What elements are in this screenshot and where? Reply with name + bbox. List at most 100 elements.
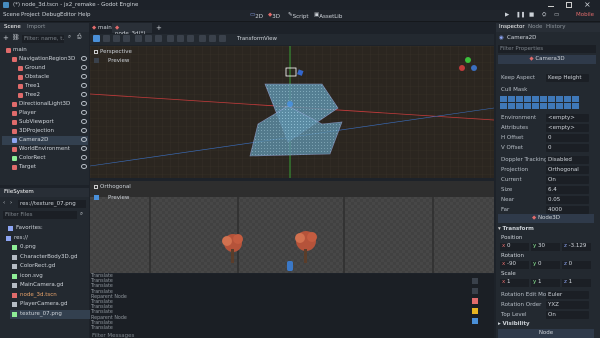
filesystem-item[interactable]: MainCamera.gd (10, 281, 90, 290)
scene-tree-item[interactable]: Tree1 (2, 82, 88, 91)
cull-mask-layer-cell[interactable] (500, 103, 507, 109)
inspector-node-name[interactable]: Camera2D (507, 35, 536, 41)
visibility-eye-icon[interactable] (81, 74, 87, 79)
filesystem-item[interactable]: CharacterBody3D.gd (10, 253, 90, 262)
filesystem-item[interactable]: icon.svg (10, 272, 90, 281)
search-icon[interactable]: ⌕ (80, 211, 83, 218)
property-value[interactable]: 0 (546, 144, 589, 152)
search-icon[interactable]: ⌕ (68, 34, 71, 41)
snap-icon[interactable] (187, 35, 194, 42)
camera-preview-icon[interactable] (199, 35, 206, 42)
cull-mask-layer-cell[interactable] (548, 103, 555, 109)
menu-project[interactable]: Project (21, 12, 40, 18)
scene-tree-item[interactable]: WorldEnvironment (2, 145, 88, 154)
group-icon[interactable] (155, 35, 162, 42)
cull-mask-layer-cell[interactable] (524, 103, 531, 109)
rotation-z-field[interactable]: z 0 (562, 261, 591, 269)
preview-checkbox[interactable] (94, 195, 99, 200)
viewport-menu-icon[interactable] (94, 50, 98, 54)
cull-mask-layer-cell[interactable] (508, 103, 515, 109)
tab-import[interactable]: Import (27, 24, 45, 30)
visibility-eye-icon[interactable] (81, 110, 87, 115)
forward-icon[interactable]: › (10, 200, 12, 206)
workspace-script[interactable]: ✎ Script (288, 12, 309, 20)
visibility-eye-icon[interactable] (81, 119, 87, 124)
minimize-icon[interactable] (548, 6, 554, 7)
scale-tool-icon[interactable] (123, 35, 130, 42)
visibility-eye-icon[interactable] (81, 65, 87, 70)
cull-mask-grid[interactable] (500, 96, 584, 110)
cull-mask-layer-cell[interactable] (524, 96, 531, 102)
property-value[interactable]: 0.05 (546, 196, 589, 204)
scale-z-field[interactable]: z 1 (562, 279, 591, 287)
pause-icon[interactable]: ❚❚ (516, 12, 525, 18)
visibility-eye-icon[interactable] (81, 164, 87, 169)
cull-mask-layer-cell[interactable] (508, 96, 515, 102)
list-select-icon[interactable] (135, 35, 142, 42)
cull-mask-layer-cell[interactable] (516, 103, 523, 109)
menu-help[interactable]: Help (78, 12, 91, 18)
filesystem-item[interactable]: 0.png (10, 243, 90, 252)
rotation-edit-mode-select[interactable]: Euler (546, 291, 589, 299)
filesystem-filter-input[interactable]: Filter Files (3, 211, 77, 219)
scale-x-field[interactable]: x 1 (500, 279, 529, 287)
renderer-select[interactable]: Mobile (576, 12, 594, 18)
filesystem-path[interactable]: res://texture_07.png (18, 200, 86, 208)
visibility-section[interactable]: ▸ Visibility (498, 321, 594, 329)
viewport-menu-icon[interactable] (94, 185, 98, 189)
tab-scene[interactable]: Scene (4, 24, 21, 30)
scene-tree-item[interactable]: Player (2, 109, 88, 118)
transform-menu[interactable]: Transform (237, 36, 264, 42)
maximize-icon[interactable] (566, 2, 572, 8)
cull-mask-layer-cell[interactable] (532, 96, 539, 102)
errors-filter-icon[interactable] (472, 298, 478, 304)
scene-tree-item[interactable]: Obstacle (2, 73, 88, 82)
workspace-3d[interactable]: ◆ 3D (268, 12, 280, 20)
cull-mask-layer-cell[interactable] (500, 96, 507, 102)
perspective-label[interactable]: Perspective (100, 49, 132, 55)
cull-mask-layer-cell[interactable] (564, 103, 571, 109)
menu-scene[interactable]: Scene (3, 12, 20, 18)
scene-tree-item[interactable]: SubViewport (2, 118, 88, 127)
visibility-eye-icon[interactable] (81, 146, 87, 151)
property-value[interactable]: 0 (546, 134, 589, 142)
visibility-eye-icon[interactable] (81, 137, 87, 142)
filesystem-item[interactable]: texture_07.png (10, 309, 90, 319)
sun-icon[interactable] (209, 35, 216, 42)
scene-tree-item[interactable]: Target (2, 163, 88, 172)
visibility-eye-icon[interactable] (81, 155, 87, 160)
rotation-y-field[interactable]: y 0 (531, 261, 560, 269)
cull-mask-layer-cell[interactable] (540, 96, 547, 102)
scene-filter-input[interactable]: Filter: name, t... (22, 35, 64, 43)
scene-tree-item[interactable]: DirectionalLight3D (2, 100, 88, 109)
cull-mask-layer-cell[interactable] (516, 96, 523, 102)
tab-inspector[interactable]: Inspector (499, 24, 525, 30)
close-icon[interactable]: × (584, 0, 591, 9)
perspective-viewport[interactable]: Perspective Preview (90, 46, 494, 178)
view-menu[interactable]: View (264, 36, 277, 42)
messages-filter-icon[interactable] (472, 318, 478, 324)
cull-mask-layer-cell[interactable] (532, 103, 539, 109)
add-node-icon[interactable]: + (3, 34, 9, 42)
orthogonal-label[interactable]: Orthogonal (100, 184, 131, 190)
local-space-icon[interactable] (177, 35, 184, 42)
scene-tree-item[interactable]: main (2, 46, 88, 55)
property-value[interactable]: <empty> (546, 114, 589, 122)
cull-mask-layer-cell[interactable] (572, 96, 579, 102)
scene-tree-item[interactable]: Ground (2, 64, 88, 73)
property-value[interactable]: Disabled (546, 156, 589, 164)
output-filter-input[interactable]: Filter Messages (92, 333, 192, 338)
select-tool-icon[interactable] (93, 35, 100, 42)
copy-output-icon[interactable] (472, 288, 478, 294)
menu-editor[interactable]: Editor (60, 12, 76, 18)
property-value[interactable]: On (546, 176, 589, 184)
play-icon[interactable]: ▶ (505, 12, 509, 18)
back-icon[interactable]: ‹ (3, 200, 5, 206)
property-value[interactable]: Orthogonal (546, 166, 589, 174)
ruler-icon[interactable] (167, 35, 174, 42)
clear-output-icon[interactable] (472, 278, 478, 284)
cull-mask-layer-cell[interactable] (556, 96, 563, 102)
visibility-eye-icon[interactable] (81, 101, 87, 106)
cull-mask-layer-cell[interactable] (572, 103, 579, 109)
scene-tree-item[interactable]: Camera2D (2, 136, 88, 145)
